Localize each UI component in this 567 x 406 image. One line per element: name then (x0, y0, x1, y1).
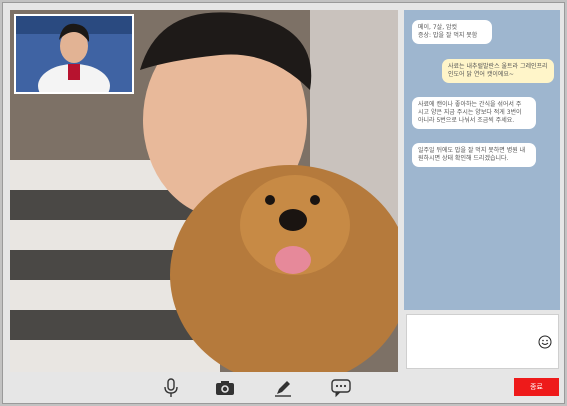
chat-message-received: 사료에 캔이나 좋아하는 간식을 섞어서 주 시고 양은 지금 주시는 양보다 … (412, 97, 536, 129)
message-input[interactable] (406, 314, 559, 369)
chat-message-sent: 사료는 내추럴발란스 울트라 그레인프리 인도어 닭 연어 캣이에요~ (442, 59, 554, 83)
call-toolbar (150, 376, 370, 402)
chat-message-received: 일주일 뒤에도 밥을 잘 먹지 못하면 병원 내 원하시면 상태 확인해 드리겠… (412, 143, 536, 167)
pen-icon[interactable] (272, 378, 294, 398)
main-video (10, 10, 398, 372)
end-call-button[interactable]: 종료 (514, 378, 559, 396)
pip-video (14, 14, 134, 94)
camera-icon[interactable] (214, 378, 236, 398)
pip-video-image (16, 16, 132, 92)
microphone-icon[interactable] (160, 378, 182, 398)
chat-bubble-icon[interactable] (330, 378, 352, 398)
chat-message-received: 메이, 7살, 암컷 증상: 밥을 잘 먹지 못함 (412, 20, 492, 44)
chat-panel: 메이, 7살, 암컷 증상: 밥을 잘 먹지 못함 사료는 내추럴발란스 울트라… (404, 10, 560, 310)
smiley-icon[interactable] (538, 334, 552, 349)
